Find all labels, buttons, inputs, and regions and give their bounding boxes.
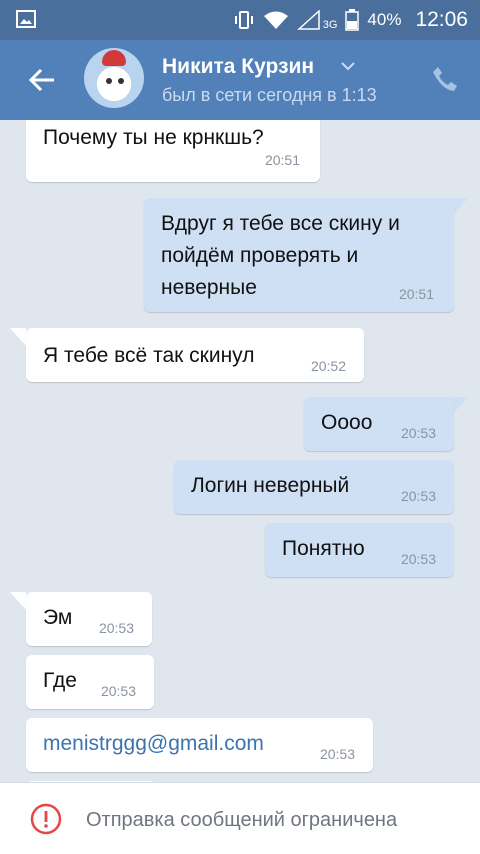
network-type: 3G [322,19,338,31]
messaging-restricted-bar: Отправка сообщений ограничена [0,782,480,854]
battery-level: 40% [367,10,402,29]
message-text: Логин неверный [191,474,350,497]
avatar-eye [118,78,124,84]
last-seen-status: был в сети сегодня в 1:13 [162,85,377,105]
battery-icon [345,9,360,31]
avatar-eye [106,78,112,84]
message-text: Оооо [321,411,373,434]
chat-header: Никита Курзин был в сети сегодня в 1:13 [0,40,480,120]
message-outgoing[interactable]: Вдруг я тебе все скину и пойдём проверят… [144,198,454,312]
back-arrow-icon[interactable] [26,64,58,96]
bubble-tail [10,328,26,346]
bubble-tail [452,397,468,415]
bubble-tail [452,198,468,216]
message-text-line: пойдём проверять и [161,244,359,267]
phone-icon[interactable] [430,64,460,94]
wifi-icon [263,11,288,29]
avatar[interactable] [84,48,144,108]
message-time: 20:53 [400,488,436,504]
message-time: 20:53 [400,551,436,567]
status-bar: 3G 40% 12:06 [0,0,480,40]
message-text-line: неверные [161,276,257,299]
message-text: Эм [43,606,73,629]
message-text-line: Вдруг я тебе все скину и [161,212,400,235]
santa-hat-icon [102,50,126,66]
message-time: 20:53 [100,683,136,699]
message-time: 20:53 [400,425,436,441]
chevron-down-icon[interactable] [340,58,356,74]
message-time: 20:51 [398,286,434,302]
message-incoming[interactable]: Почему ты не крнкшь? 20:51 [26,120,320,182]
message-text: Я тебе всё так скинул [43,344,255,367]
message-outgoing[interactable]: Оооо 20:53 [304,397,454,451]
restriction-notice: Отправка сообщений ограничена [86,809,398,831]
message-incoming[interactable]: Где 20:53 [26,655,154,709]
message-time: 20:53 [319,746,355,762]
message-text: Почему ты не крнкшь? [43,126,264,149]
message-time: 20:52 [310,358,346,374]
message-text: Понятно [282,537,365,560]
warning-icon [30,803,62,835]
gallery-notification-icon [16,10,36,28]
message-outgoing[interactable]: Логин неверный 20:53 [174,460,454,514]
message-incoming[interactable]: menistrggg@gmail.com 20:53 [26,718,373,772]
contact-name[interactable]: Никита Курзин [162,55,314,79]
signal-icon [296,10,320,30]
vibrate-icon [234,11,253,29]
email-link[interactable]: menistrggg@gmail.com [43,728,264,760]
message-list[interactable]: Почему ты не крнкшь? 20:51 Вдруг я тебе … [0,120,480,782]
message-outgoing[interactable]: Понятно 20:53 [265,523,454,577]
message-incoming[interactable]: Я тебе всё так скинул 20:52 [26,328,364,382]
message-incoming[interactable]: Эм 20:53 [26,592,152,646]
message-time: 20:53 [98,620,134,636]
message-text: Где [43,669,77,692]
message-time: 20:51 [264,152,300,168]
bubble-tail [10,592,26,610]
clock: 12:06 [415,8,468,31]
